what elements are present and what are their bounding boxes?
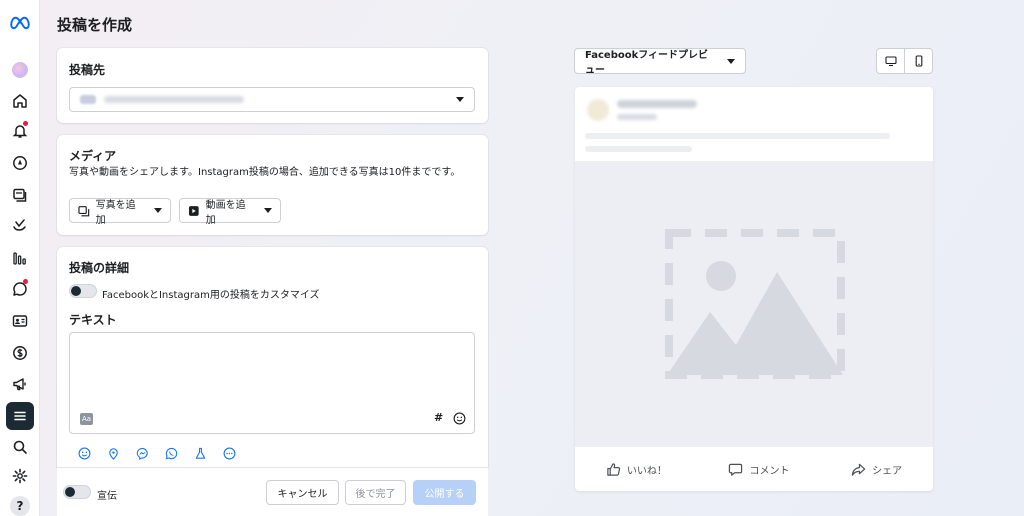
gear-icon[interactable] bbox=[6, 463, 34, 489]
desktop-preview-button[interactable] bbox=[877, 49, 904, 73]
comment-button[interactable]: コメント bbox=[728, 462, 789, 477]
test-flask-icon[interactable] bbox=[194, 447, 207, 460]
media-description: 写真や動画をシェアします。Instagram投稿の場合、追加できる写真は10件ま… bbox=[69, 167, 461, 178]
desktop-icon bbox=[884, 56, 897, 67]
account-name-blurred bbox=[104, 96, 244, 103]
comment-label: コメント bbox=[749, 465, 790, 477]
reaction-bar: いいね！ コメント シェア bbox=[575, 447, 933, 491]
media-title: メディア bbox=[69, 149, 117, 163]
video-icon bbox=[188, 205, 199, 216]
activity-icon[interactable] bbox=[6, 212, 34, 238]
whatsapp-icon[interactable] bbox=[165, 447, 178, 460]
comment-icon bbox=[729, 463, 743, 476]
page-avatar-blurred bbox=[587, 99, 609, 121]
post-text-input[interactable]: Aa # bbox=[69, 332, 475, 434]
post-time-blurred bbox=[617, 114, 657, 120]
feeling-icon[interactable] bbox=[78, 447, 91, 460]
boost-label: 宣伝 bbox=[97, 491, 117, 502]
compass-icon[interactable] bbox=[6, 150, 34, 176]
add-photo-label: 写真を追加 bbox=[95, 199, 136, 226]
chevron-down-icon bbox=[264, 208, 272, 213]
image-placeholder bbox=[575, 161, 933, 447]
finish-later-button[interactable]: 後で完了 bbox=[345, 480, 406, 505]
chevron-down-icon bbox=[154, 208, 162, 213]
add-video-button[interactable]: 動画を追加 bbox=[179, 198, 281, 226]
cancel-button[interactable]: キャンセル bbox=[266, 480, 339, 505]
text-format-icon[interactable]: Aa bbox=[80, 413, 93, 425]
text-skeleton-line bbox=[585, 133, 890, 139]
page-title: 投稿を作成 bbox=[57, 16, 133, 34]
like-label: いいね！ bbox=[626, 465, 667, 477]
bell-icon[interactable] bbox=[6, 118, 34, 144]
content-icon[interactable] bbox=[6, 182, 34, 208]
page-name-blurred bbox=[617, 100, 697, 108]
preview-type-label: Facebookフィードプレビュー bbox=[585, 50, 709, 76]
customize-toggle[interactable] bbox=[69, 284, 97, 298]
contacts-icon[interactable] bbox=[6, 308, 34, 334]
action-bar: 宣伝 キャンセル 後で完了 公開する bbox=[57, 467, 488, 516]
share-icon bbox=[851, 463, 866, 476]
text-label: テキスト bbox=[69, 313, 117, 327]
more-options-icon[interactable] bbox=[223, 447, 236, 460]
share-label: シェア bbox=[872, 465, 903, 477]
search-icon[interactable] bbox=[6, 434, 34, 460]
chevron-down-icon bbox=[456, 97, 464, 102]
help-button[interactable]: ? bbox=[10, 496, 30, 516]
post-details-title: 投稿の詳細 bbox=[69, 261, 130, 275]
inbox-badge bbox=[23, 279, 28, 284]
add-video-label: 動画を追加 bbox=[205, 199, 246, 226]
emoji-icon[interactable] bbox=[453, 410, 466, 429]
insights-icon[interactable] bbox=[6, 245, 34, 271]
post-extras-row bbox=[78, 447, 236, 460]
preview-type-dropdown[interactable]: Facebookフィードプレビュー bbox=[574, 48, 746, 76]
thumbs-up-icon bbox=[607, 462, 620, 476]
hashtag-button[interactable]: # bbox=[434, 411, 443, 424]
customize-label: FacebookとInstagram用の投稿をカスタマイズ bbox=[102, 290, 320, 301]
photo-icon bbox=[78, 205, 90, 216]
notification-badge bbox=[23, 121, 28, 126]
messenger-icon[interactable] bbox=[136, 447, 149, 460]
add-photo-button[interactable]: 写真を追加 bbox=[69, 198, 171, 226]
sidebar-nav: ? bbox=[0, 0, 40, 516]
megaphone-icon[interactable] bbox=[6, 371, 34, 397]
share-button[interactable]: シェア bbox=[851, 462, 902, 477]
account-avatar[interactable] bbox=[12, 62, 28, 78]
mobile-preview-button[interactable] bbox=[904, 49, 932, 73]
text-skeleton-line bbox=[585, 146, 692, 152]
home-icon[interactable] bbox=[6, 88, 34, 114]
meta-logo-icon[interactable] bbox=[6, 10, 34, 36]
like-button[interactable]: いいね！ bbox=[606, 462, 667, 477]
destination-title: 投稿先 bbox=[69, 63, 106, 77]
location-pin-icon[interactable] bbox=[107, 447, 120, 460]
post-details-card: 投稿の詳細 FacebookとInstagram用の投稿をカスタマイズ テキスト… bbox=[57, 247, 488, 472]
facebook-feed-preview: いいね！ コメント シェア bbox=[575, 87, 933, 491]
inbox-icon[interactable] bbox=[6, 276, 34, 302]
device-toggle-group bbox=[876, 48, 933, 74]
dollar-icon[interactable] bbox=[6, 340, 34, 366]
publish-button[interactable]: 公開する bbox=[413, 480, 476, 505]
menu-icon[interactable] bbox=[6, 402, 34, 430]
media-card: メディア 写真や動画をシェアします。Instagram投稿の場合、追加できる写真… bbox=[57, 135, 488, 235]
image-placeholder-icon bbox=[665, 229, 845, 379]
boost-toggle[interactable] bbox=[63, 485, 91, 499]
chevron-down-icon bbox=[727, 58, 735, 64]
destination-select[interactable] bbox=[69, 87, 475, 112]
mobile-icon bbox=[915, 55, 922, 67]
account-thumbnail bbox=[80, 95, 96, 104]
destination-card: 投稿先 bbox=[57, 48, 488, 123]
